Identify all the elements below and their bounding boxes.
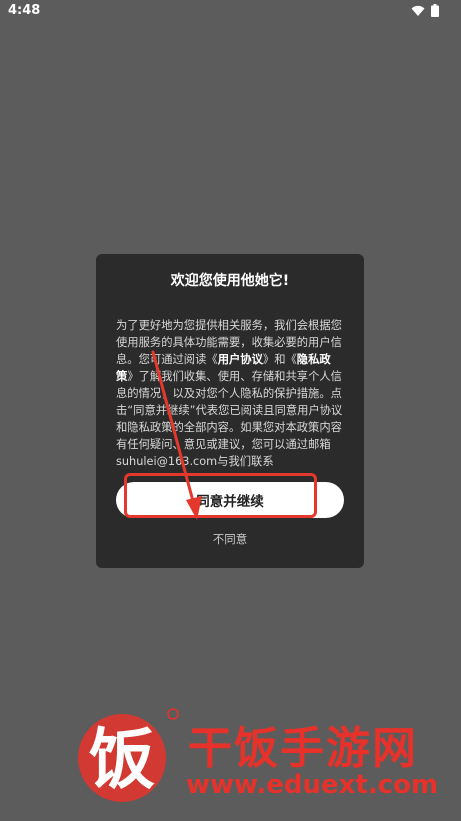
annotation-arrow	[151, 350, 202, 520]
watermark-logo-char: 饭	[89, 721, 155, 798]
watermark: 饭 干饭手游网 www.eduext.com	[70, 700, 450, 810]
watermark-url: www.eduext.com	[186, 770, 439, 800]
watermark-logo: 饭	[78, 708, 179, 802]
watermark-title: 干饭手游网	[188, 723, 418, 774]
